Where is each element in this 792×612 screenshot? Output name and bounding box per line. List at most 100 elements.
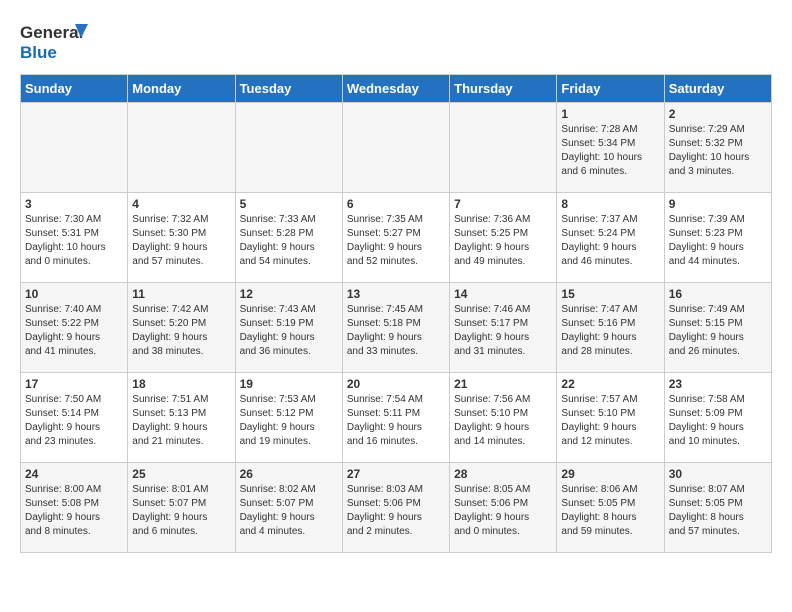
calendar-cell: 16 Sunrise: 7:49 AM Sunset: 5:15 PM Dayli… <box>664 283 771 373</box>
day-info: Sunrise: 7:49 AM Sunset: 5:15 PM Dayligh… <box>669 303 767 359</box>
day-number: 2 <box>669 107 767 121</box>
day-info: Sunrise: 8:01 AM Sunset: 5:07 PM Dayligh… <box>132 483 230 539</box>
calendar-cell: 29Sunrise: 8:06 AM Sunset: 5:05 PM Dayli… <box>557 463 664 553</box>
day-number: 26 <box>240 467 338 481</box>
calendar-cell: 17Sunrise: 7:50 AM Sunset: 5:14 PM Dayli… <box>21 373 128 463</box>
svg-text:General: General <box>20 23 83 42</box>
calendar-cell: 12 Sunrise: 7:43 AM Sunset: 5:19 PM Dayli… <box>235 283 342 373</box>
day-number: 25 <box>132 467 230 481</box>
calendar-cell: 28 Sunrise: 8:05 AM Sunset: 5:06 PM Dayli… <box>450 463 557 553</box>
day-info: Sunrise: 7:29 AM Sunset: 5:32 PM Dayligh… <box>669 123 767 179</box>
calendar-cell: 2 Sunrise: 7:29 AM Sunset: 5:32 PM Daylig… <box>664 103 771 193</box>
day-info: Sunrise: 7:39 AM Sunset: 5:23 PM Dayligh… <box>669 213 767 269</box>
day-info: Sunrise: 8:02 AM Sunset: 5:07 PM Dayligh… <box>240 483 338 539</box>
day-number: 21 <box>454 377 552 391</box>
calendar-cell: 20Sunrise: 7:54 AM Sunset: 5:11 PM Dayli… <box>342 373 449 463</box>
weekday-header: Monday <box>128 75 235 103</box>
day-info: Sunrise: 7:30 AM Sunset: 5:31 PM Dayligh… <box>25 213 123 269</box>
day-info: Sunrise: 7:56 AM Sunset: 5:10 PM Dayligh… <box>454 393 552 449</box>
day-number: 4 <box>132 197 230 211</box>
day-number: 23 <box>669 377 767 391</box>
day-number: 10 <box>25 287 123 301</box>
day-info: Sunrise: 7:35 AM Sunset: 5:27 PM Dayligh… <box>347 213 445 269</box>
weekday-header: Tuesday <box>235 75 342 103</box>
calendar-cell: 9 Sunrise: 7:39 AM Sunset: 5:23 PM Daylig… <box>664 193 771 283</box>
calendar-cell <box>342 103 449 193</box>
calendar-cell: 11 Sunrise: 7:42 AM Sunset: 5:20 PM Dayli… <box>128 283 235 373</box>
day-info: Sunrise: 7:36 AM Sunset: 5:25 PM Dayligh… <box>454 213 552 269</box>
day-number: 16 <box>669 287 767 301</box>
day-info: Sunrise: 7:54 AM Sunset: 5:11 PM Dayligh… <box>347 393 445 449</box>
day-info: Sunrise: 7:43 AM Sunset: 5:19 PM Dayligh… <box>240 303 338 359</box>
svg-text:Blue: Blue <box>20 43 57 62</box>
calendar-cell: 23 Sunrise: 7:58 AM Sunset: 5:09 PM Dayli… <box>664 373 771 463</box>
day-info: Sunrise: 8:05 AM Sunset: 5:06 PM Dayligh… <box>454 483 552 539</box>
calendar-cell: 7 Sunrise: 7:36 AM Sunset: 5:25 PM Daylig… <box>450 193 557 283</box>
calendar-cell: 22Sunrise: 7:57 AM Sunset: 5:10 PM Dayli… <box>557 373 664 463</box>
weekday-header: Thursday <box>450 75 557 103</box>
day-number: 11 <box>132 287 230 301</box>
calendar-cell <box>21 103 128 193</box>
day-info: Sunrise: 7:46 AM Sunset: 5:17 PM Dayligh… <box>454 303 552 359</box>
calendar-cell <box>128 103 235 193</box>
day-info: Sunrise: 8:07 AM Sunset: 5:05 PM Dayligh… <box>669 483 767 539</box>
calendar-cell: 14 Sunrise: 7:46 AM Sunset: 5:17 PM Dayli… <box>450 283 557 373</box>
day-number: 30 <box>669 467 767 481</box>
calendar-cell <box>450 103 557 193</box>
calendar-cell: 4Sunrise: 7:32 AM Sunset: 5:30 PM Daylig… <box>128 193 235 283</box>
day-info: Sunrise: 7:28 AM Sunset: 5:34 PM Dayligh… <box>561 123 659 179</box>
calendar-cell: 26 Sunrise: 8:02 AM Sunset: 5:07 PM Dayli… <box>235 463 342 553</box>
calendar-cell: 21 Sunrise: 7:56 AM Sunset: 5:10 PM Dayli… <box>450 373 557 463</box>
calendar-cell: 30 Sunrise: 8:07 AM Sunset: 5:05 PM Dayli… <box>664 463 771 553</box>
weekday-header-row: SundayMondayTuesdayWednesdayThursdayFrid… <box>21 75 772 103</box>
calendar-cell: 5 Sunrise: 7:33 AM Sunset: 5:28 PM Daylig… <box>235 193 342 283</box>
calendar-cell: 10 Sunrise: 7:40 AM Sunset: 5:22 PM Dayli… <box>21 283 128 373</box>
day-number: 14 <box>454 287 552 301</box>
logo-svg: GeneralBlue <box>20 20 100 64</box>
calendar-body: 1 Sunrise: 7:28 AM Sunset: 5:34 PM Daylig… <box>21 103 772 553</box>
calendar-week-row: 10 Sunrise: 7:40 AM Sunset: 5:22 PM Dayli… <box>21 283 772 373</box>
weekday-header: Saturday <box>664 75 771 103</box>
weekday-header: Wednesday <box>342 75 449 103</box>
day-number: 12 <box>240 287 338 301</box>
day-number: 8 <box>561 197 659 211</box>
day-number: 19 <box>240 377 338 391</box>
calendar-cell: 6Sunrise: 7:35 AM Sunset: 5:27 PM Daylig… <box>342 193 449 283</box>
day-info: Sunrise: 7:33 AM Sunset: 5:28 PM Dayligh… <box>240 213 338 269</box>
day-number: 15 <box>561 287 659 301</box>
day-number: 3 <box>25 197 123 211</box>
day-info: Sunrise: 8:03 AM Sunset: 5:06 PM Dayligh… <box>347 483 445 539</box>
calendar-cell: 8 Sunrise: 7:37 AM Sunset: 5:24 PM Daylig… <box>557 193 664 283</box>
day-number: 5 <box>240 197 338 211</box>
day-number: 27 <box>347 467 445 481</box>
day-number: 17 <box>25 377 123 391</box>
day-info: Sunrise: 7:53 AM Sunset: 5:12 PM Dayligh… <box>240 393 338 449</box>
day-number: 1 <box>561 107 659 121</box>
day-info: Sunrise: 7:58 AM Sunset: 5:09 PM Dayligh… <box>669 393 767 449</box>
calendar-cell: 19 Sunrise: 7:53 AM Sunset: 5:12 PM Dayli… <box>235 373 342 463</box>
day-info: Sunrise: 7:45 AM Sunset: 5:18 PM Dayligh… <box>347 303 445 359</box>
day-number: 18 <box>132 377 230 391</box>
day-number: 9 <box>669 197 767 211</box>
calendar-week-row: 17Sunrise: 7:50 AM Sunset: 5:14 PM Dayli… <box>21 373 772 463</box>
day-number: 24 <box>25 467 123 481</box>
day-info: Sunrise: 8:06 AM Sunset: 5:05 PM Dayligh… <box>561 483 659 539</box>
logo: GeneralBlue <box>20 20 100 64</box>
day-number: 28 <box>454 467 552 481</box>
calendar-week-row: 3 Sunrise: 7:30 AM Sunset: 5:31 PM Daylig… <box>21 193 772 283</box>
calendar-week-row: 1 Sunrise: 7:28 AM Sunset: 5:34 PM Daylig… <box>21 103 772 193</box>
calendar-cell: 18 Sunrise: 7:51 AM Sunset: 5:13 PM Dayli… <box>128 373 235 463</box>
weekday-header: Sunday <box>21 75 128 103</box>
day-info: Sunrise: 7:57 AM Sunset: 5:10 PM Dayligh… <box>561 393 659 449</box>
calendar-cell: 3 Sunrise: 7:30 AM Sunset: 5:31 PM Daylig… <box>21 193 128 283</box>
day-info: Sunrise: 7:51 AM Sunset: 5:13 PM Dayligh… <box>132 393 230 449</box>
day-info: Sunrise: 7:40 AM Sunset: 5:22 PM Dayligh… <box>25 303 123 359</box>
day-info: Sunrise: 7:42 AM Sunset: 5:20 PM Dayligh… <box>132 303 230 359</box>
day-info: Sunrise: 8:00 AM Sunset: 5:08 PM Dayligh… <box>25 483 123 539</box>
calendar-header: SundayMondayTuesdayWednesdayThursdayFrid… <box>21 75 772 103</box>
calendar-cell: 13 Sunrise: 7:45 AM Sunset: 5:18 PM Dayli… <box>342 283 449 373</box>
calendar-cell: 15Sunrise: 7:47 AM Sunset: 5:16 PM Dayli… <box>557 283 664 373</box>
day-number: 13 <box>347 287 445 301</box>
day-info: Sunrise: 7:37 AM Sunset: 5:24 PM Dayligh… <box>561 213 659 269</box>
day-number: 7 <box>454 197 552 211</box>
